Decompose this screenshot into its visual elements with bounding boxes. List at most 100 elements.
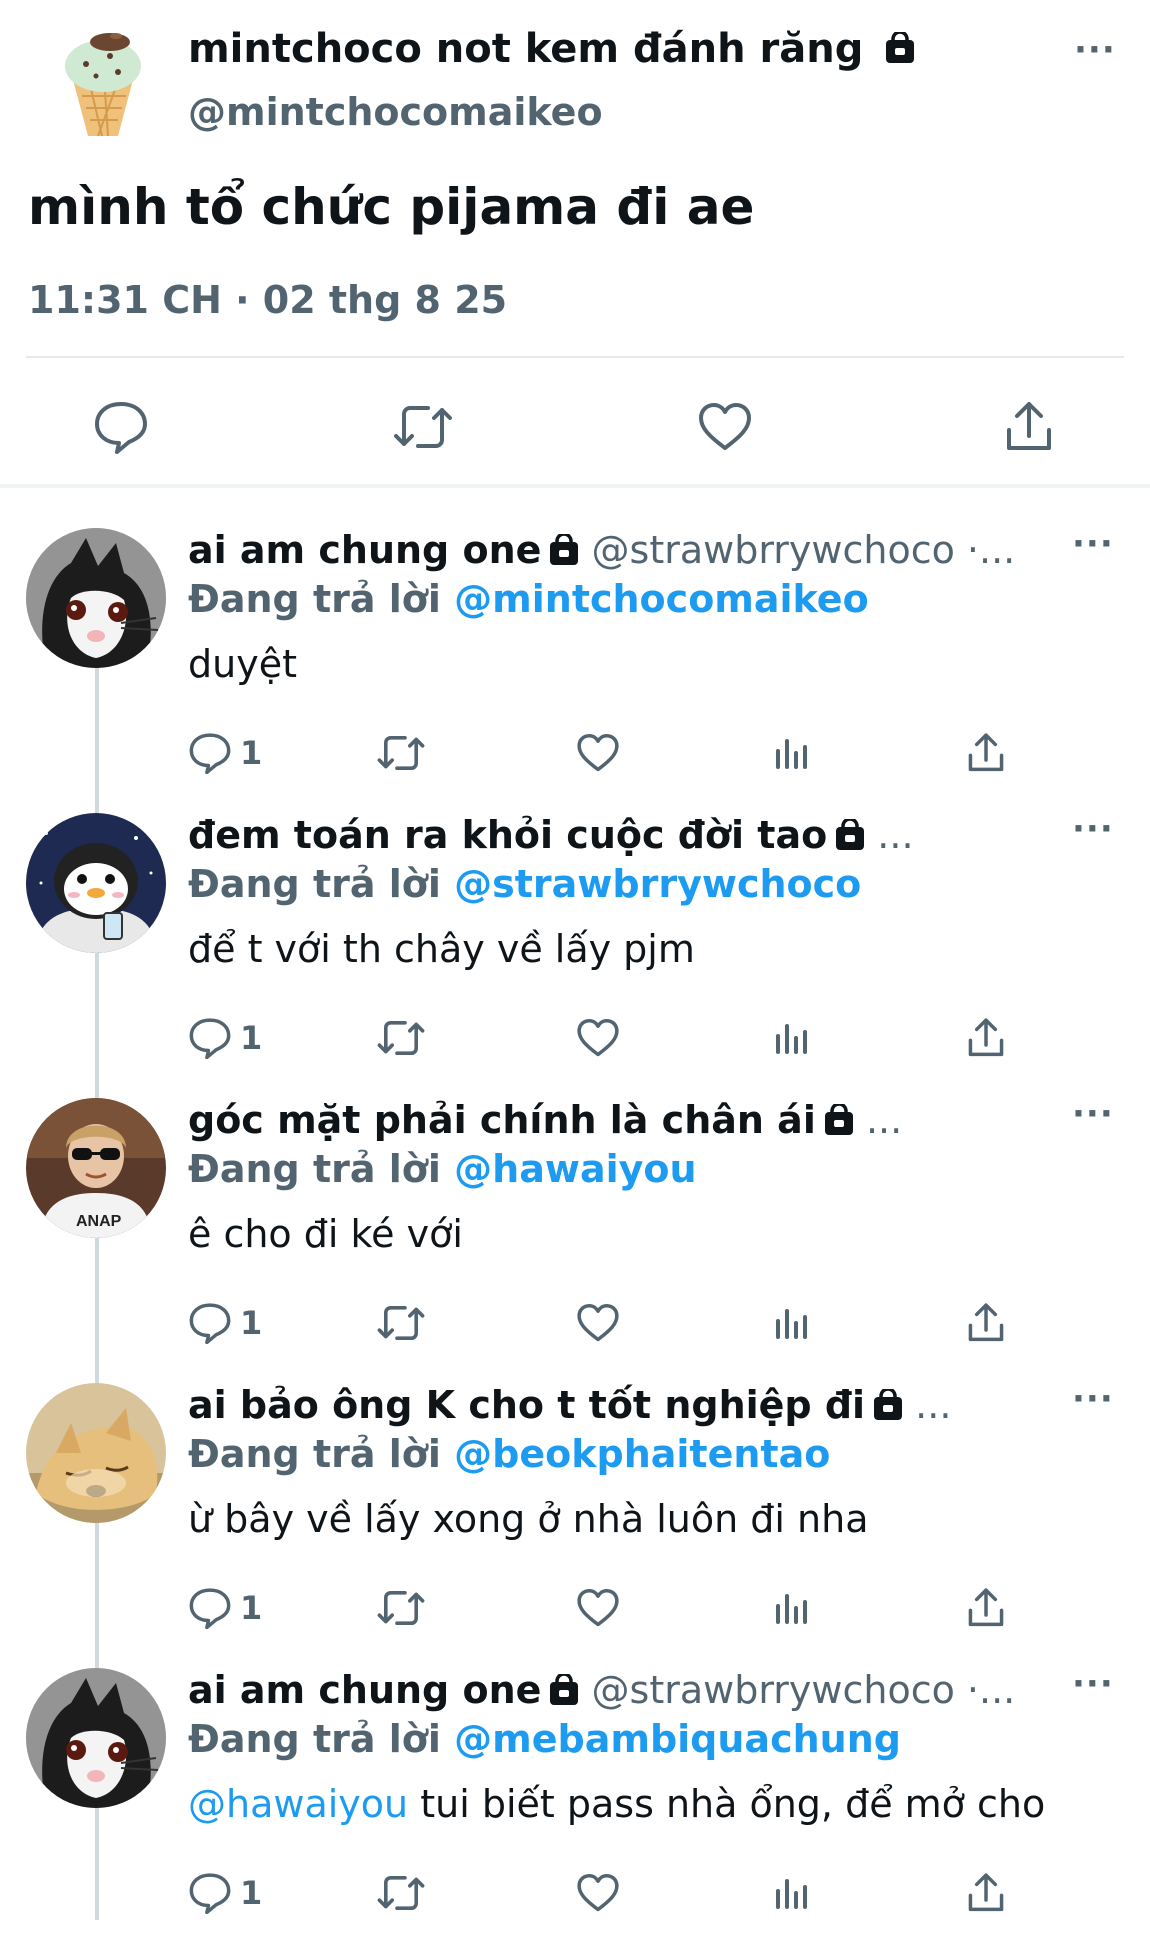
reply-tweet[interactable]: ai am chung one @strawbrrywchoco ·... ···… xyxy=(0,1660,1150,1945)
cat-avatar[interactable] xyxy=(26,1668,166,1808)
retweet-icon[interactable] xyxy=(376,730,426,776)
replying-to: Đang trả lời @beokphaitentao xyxy=(188,1432,830,1476)
share-icon[interactable] xyxy=(966,1585,1006,1631)
reply-count: 1 xyxy=(240,1019,263,1057)
replying-label: Đang trả lời xyxy=(188,577,441,621)
reply-button[interactable]: 1 xyxy=(188,1015,262,1061)
reply-body: duyệt xyxy=(188,642,297,686)
reply-display-name[interactable]: ai am chung one xyxy=(188,1668,541,1712)
more-options-icon[interactable]: ··· xyxy=(1072,524,1114,564)
reply-header: đem toán ra khỏi cuộc đời tao ... xyxy=(188,813,914,860)
like-icon[interactable] xyxy=(690,392,760,462)
reply-button[interactable]: 1 xyxy=(188,1300,262,1346)
reply-action-bar: 1 xyxy=(188,1300,1038,1350)
reply-handle-suffix: ... xyxy=(853,1098,903,1142)
lock-icon xyxy=(824,1101,854,1145)
analytics-icon[interactable] xyxy=(772,1015,812,1061)
more-options-icon[interactable]: ··· xyxy=(1072,1094,1114,1134)
lock-icon xyxy=(885,28,915,74)
reply-action-bar: 1 xyxy=(188,1585,1038,1635)
reply-icon[interactable] xyxy=(188,1017,232,1059)
dog-avatar[interactable] xyxy=(26,1383,166,1523)
reply-header: góc mặt phải chính là chân ái ... xyxy=(188,1098,902,1145)
reply-action-bar: 1 xyxy=(188,1015,1038,1065)
analytics-icon[interactable] xyxy=(772,1585,812,1631)
reply-text: ê cho đi ké với xyxy=(188,1212,463,1256)
more-options-icon[interactable]: ··· xyxy=(1072,809,1114,849)
reply-tweet[interactable]: ai bảo ông K cho t tốt nghiệp đi ... ··· Đ… xyxy=(0,1375,1150,1660)
more-options-icon[interactable]: ··· xyxy=(1072,1664,1114,1704)
replying-label: Đang trả lời xyxy=(188,1432,441,1476)
reply-handle[interactable]: @strawbrrywchoco xyxy=(592,1668,955,1712)
like-icon[interactable] xyxy=(576,1585,620,1631)
reply-display-name[interactable]: góc mặt phải chính là chân ái xyxy=(188,1098,816,1142)
reply-button[interactable]: 1 xyxy=(188,1585,262,1631)
analytics-icon[interactable] xyxy=(772,730,812,776)
penguin-avatar[interactable] xyxy=(26,813,166,953)
reply-text: @hawaiyou tui biết pass nhà ổng, để mở c… xyxy=(188,1782,1045,1826)
replying-label: Đang trả lời xyxy=(188,1717,441,1761)
reply-button[interactable]: 1 xyxy=(188,730,262,776)
replying-to: Đang trả lời @mebambiquachung xyxy=(188,1717,901,1761)
share-icon[interactable] xyxy=(966,1300,1006,1346)
share-icon[interactable] xyxy=(966,1870,1006,1916)
reply-handle-suffix: ... xyxy=(865,813,914,857)
lock-icon xyxy=(873,1386,903,1430)
reply-icon[interactable] xyxy=(188,1587,232,1629)
svg-text:ANAP: ANAP xyxy=(76,1213,122,1230)
replying-to: Đang trả lời @mintchocomaikeo xyxy=(188,577,869,621)
section-separator xyxy=(0,484,1150,488)
avatar-icecream-icon[interactable] xyxy=(58,28,148,140)
cat-avatar[interactable] xyxy=(26,528,166,668)
reply-tweet[interactable]: đem toán ra khỏi cuộc đời tao ... ··· Đang… xyxy=(0,805,1150,1090)
like-icon[interactable] xyxy=(576,1870,620,1916)
like-icon[interactable] xyxy=(576,1300,620,1346)
reply-icon[interactable] xyxy=(188,1872,232,1914)
replying-to-handle[interactable]: @hawaiyou xyxy=(454,1147,696,1191)
share-icon[interactable] xyxy=(994,392,1064,462)
reply-body: ừ bây về lấy xong ở nhà luôn đi nha xyxy=(188,1497,869,1541)
retweet-icon[interactable] xyxy=(388,392,458,462)
reply-tweet[interactable]: ai am chung one @strawbrrywchoco ·... ···… xyxy=(0,520,1150,805)
replying-to-handle[interactable]: @strawbrrywchoco xyxy=(454,862,861,906)
reply-display-name[interactable]: ai bảo ông K cho t tốt nghiệp đi xyxy=(188,1383,865,1427)
analytics-icon[interactable] xyxy=(772,1300,812,1346)
reply-count: 1 xyxy=(240,1874,263,1912)
share-icon[interactable] xyxy=(966,730,1006,776)
like-icon[interactable] xyxy=(576,730,620,776)
main-handle[interactable]: @mintchocomaikeo xyxy=(188,90,603,134)
reply-display-name[interactable]: ai am chung one xyxy=(188,528,541,572)
reply-text: để t với th chây về lấy pjm xyxy=(188,927,695,971)
replying-to: Đang trả lời @hawaiyou xyxy=(188,1147,697,1191)
reply-handle[interactable]: @strawbrrywchoco xyxy=(592,528,955,572)
reply-display-name[interactable]: đem toán ra khỏi cuộc đời tao xyxy=(188,813,827,857)
reply-button[interactable]: 1 xyxy=(188,1870,262,1916)
retweet-icon[interactable] xyxy=(376,1300,426,1346)
main-action-bar xyxy=(0,380,1150,480)
reply-icon[interactable] xyxy=(188,732,232,774)
like-icon[interactable] xyxy=(576,1015,620,1061)
main-timestamp[interactable]: 11:31 CH · 02 thg 8 25 xyxy=(28,278,507,322)
replying-to-handle[interactable]: @mintchocomaikeo xyxy=(454,577,869,621)
person-avatar[interactable]: ANAP xyxy=(26,1098,166,1238)
reply-icon[interactable] xyxy=(188,1302,232,1344)
lock-icon xyxy=(835,816,865,860)
reply-mention[interactable]: @hawaiyou xyxy=(188,1782,408,1826)
replying-to-handle[interactable]: @beokphaitentao xyxy=(454,1432,830,1476)
reply-handle-suffix: ·... xyxy=(954,528,1016,572)
replying-to-handle[interactable]: @mebambiquachung xyxy=(454,1717,901,1761)
reply-tweet[interactable]: ANAP góc mặt phải chính là chân ái ... ···… xyxy=(0,1090,1150,1375)
retweet-icon[interactable] xyxy=(376,1015,426,1061)
reply-icon[interactable] xyxy=(86,392,156,462)
reply-header: ai am chung one @strawbrrywchoco ·... xyxy=(188,528,1015,575)
main-display-name-text[interactable]: mintchoco not kem đánh răng xyxy=(188,26,863,72)
analytics-icon[interactable] xyxy=(772,1870,812,1916)
reply-count: 1 xyxy=(240,734,263,772)
retweet-icon[interactable] xyxy=(376,1585,426,1631)
main-tweet-text: mình tổ chức pijama đi ae xyxy=(28,178,755,236)
share-icon[interactable] xyxy=(966,1015,1006,1061)
retweet-icon[interactable] xyxy=(376,1870,426,1916)
more-options-icon[interactable]: ··· xyxy=(1074,30,1116,70)
main-display-name[interactable]: mintchoco not kem đánh răng xyxy=(188,26,915,74)
more-options-icon[interactable]: ··· xyxy=(1072,1379,1114,1419)
